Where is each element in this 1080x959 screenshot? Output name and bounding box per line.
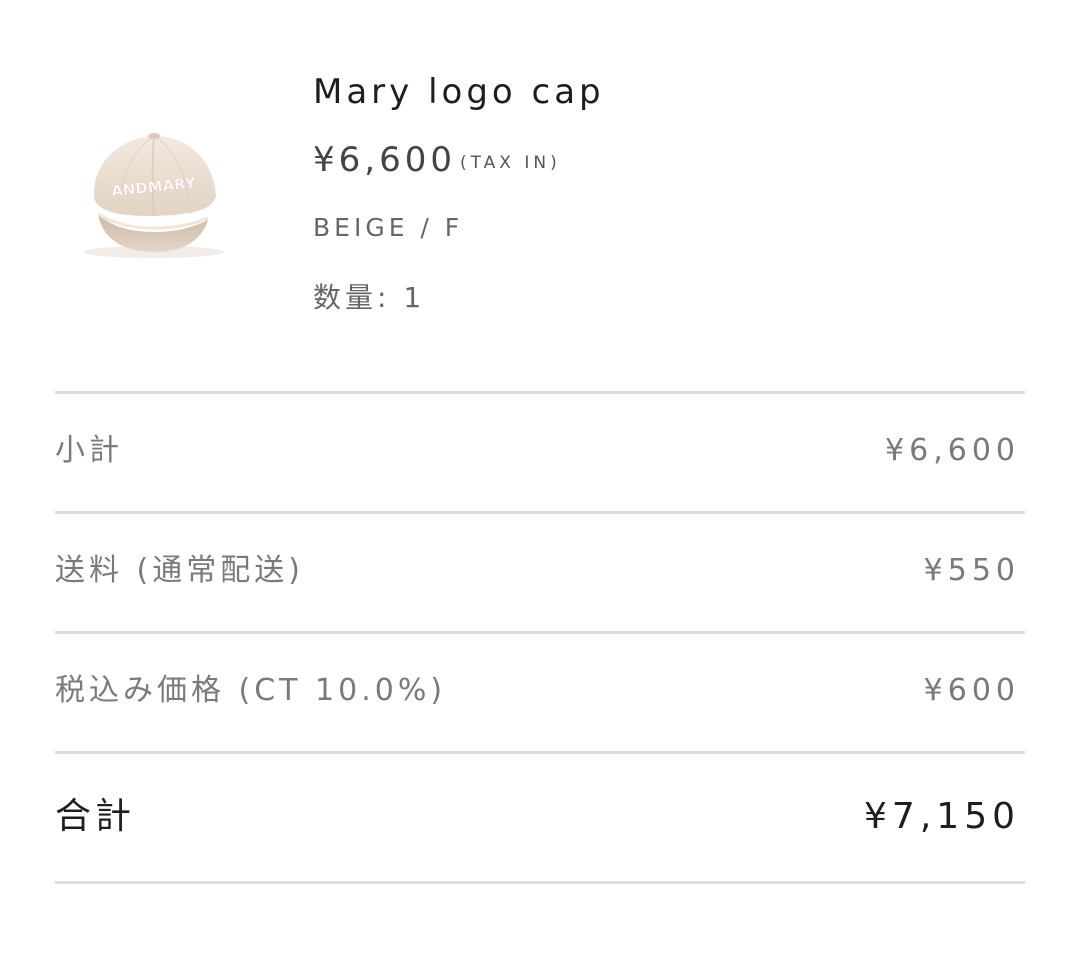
tax-row: 税込み価格 (CT 10.0%) ¥600: [55, 671, 1020, 711]
divider: [55, 511, 1025, 514]
divider: [55, 631, 1025, 634]
product-price-line: ¥6,600 (TAX IN): [313, 138, 561, 188]
tax-in-note: (TAX IN): [459, 153, 561, 173]
shipping-row: 送料 (通常配送) ¥550: [55, 551, 1020, 591]
product-name[interactable]: Mary logo cap: [313, 70, 605, 114]
total-value: ¥7,150: [864, 796, 1020, 837]
tax-value: ¥600: [923, 673, 1020, 708]
shipping-label: 送料 (通常配送): [55, 553, 304, 588]
cart-product-item: ANDMARY Mary logo cap ¥6,600 (TAX IN) BEI…: [0, 0, 1080, 340]
tax-label: 税込み価格 (CT 10.0%): [55, 673, 447, 708]
total-label: 合計: [55, 796, 136, 837]
shipping-value: ¥550: [923, 553, 1020, 588]
cap-icon: ANDMARY: [84, 133, 224, 258]
product-price: ¥6,600: [313, 140, 456, 180]
product-variant: BEIGE / F: [313, 213, 464, 242]
subtotal-value: ¥6,600: [885, 433, 1020, 468]
subtotal-label: 小計: [55, 433, 123, 468]
total-row: 合計 ¥7,150: [55, 795, 1020, 837]
divider: [55, 391, 1025, 394]
product-thumbnail[interactable]: ANDMARY: [62, 110, 242, 280]
divider: [55, 751, 1025, 754]
subtotal-row: 小計 ¥6,600: [55, 431, 1020, 471]
divider: [55, 881, 1025, 884]
product-quantity: 数量: 1: [313, 281, 426, 314]
